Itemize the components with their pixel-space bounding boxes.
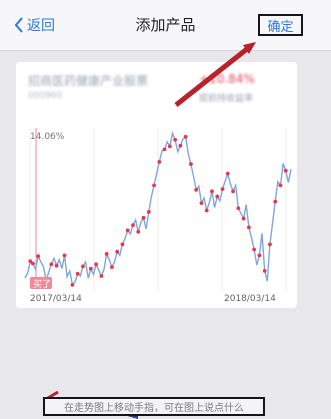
data-point [246,225,251,230]
buy-badge-label: 买了 [33,279,51,290]
data-point [49,262,54,267]
data-point [110,265,114,270]
ytick-label: 14.06% [30,132,65,142]
data-point [231,189,235,194]
data-point [262,268,267,273]
data-point [152,183,156,188]
data-point [54,263,59,268]
hint-text: 在走势图上移动手指，可在图上说点什么 [64,403,244,414]
data-point [146,210,151,214]
data-point [120,242,125,247]
data-point [136,229,141,234]
data-point [36,254,41,259]
data-point [273,199,278,204]
data-point [104,252,109,256]
data-point [70,282,75,287]
data-point [162,147,167,152]
data-point [257,253,262,258]
data-point [94,262,99,267]
data-point [167,144,172,149]
xtick-label: 2018/03/14 [224,294,276,304]
data-point [183,134,188,139]
data-point [215,194,220,199]
data-point [115,249,120,254]
data-point [125,228,130,233]
data-point [178,143,183,148]
data-point [31,261,35,266]
xtick-label: 2017/03/14 [30,294,82,304]
hint-annotation: 在走势图上移动手指，可在图上说点什么 [43,397,265,416]
data-point [75,271,80,276]
data-point [268,242,272,247]
data-point [241,216,246,221]
data-point [141,215,146,220]
data-point [131,223,135,228]
data-point [252,247,257,252]
data-point [194,187,199,192]
data-point [278,183,283,188]
data-point [220,187,225,192]
data-point [283,168,288,173]
data-point [173,137,178,142]
price-chart[interactable]: 14.06% 买了 2017/03/14 2018/03/14 [0,0,331,419]
data-point [210,189,214,194]
data-point [62,253,67,258]
data-point [81,264,85,269]
data-point [225,171,230,176]
data-point [189,162,193,166]
data-point [199,201,204,206]
data-point [88,266,93,271]
data-point [236,206,241,211]
data-point [157,159,162,164]
data-point [99,274,104,278]
data-point [204,208,209,213]
